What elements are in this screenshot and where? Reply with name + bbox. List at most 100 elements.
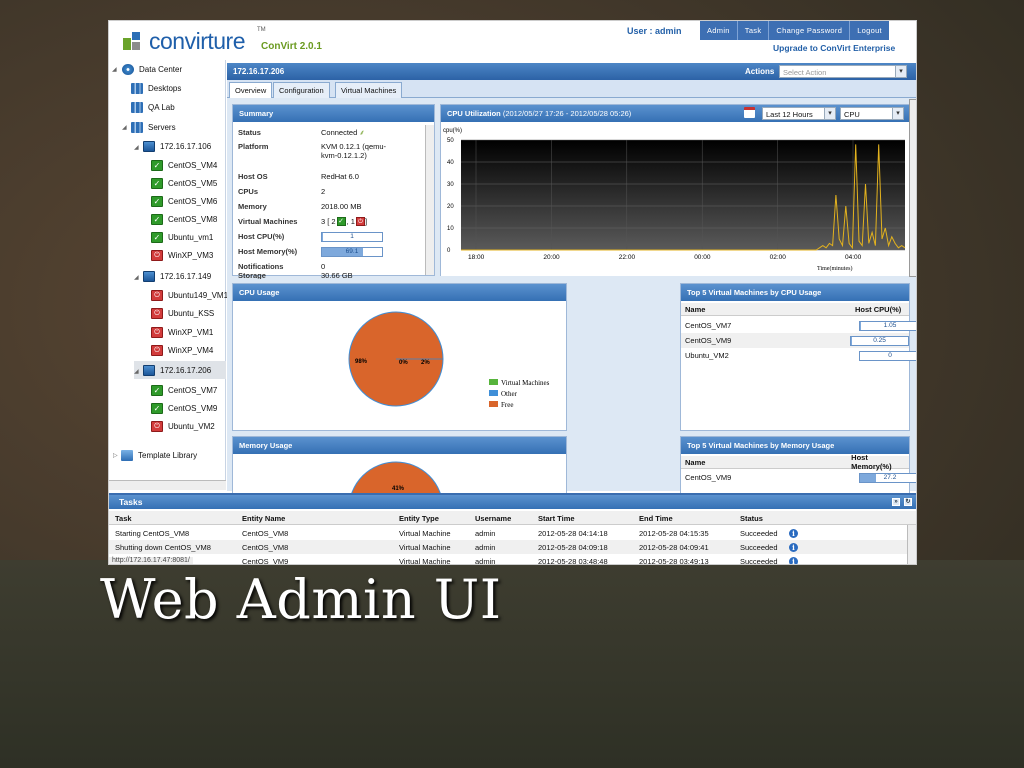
table-row[interactable]: Ubuntu_VM2 0: [685, 348, 916, 363]
info-icon[interactable]: i: [789, 543, 798, 552]
tab-overview[interactable]: Overview: [229, 82, 273, 98]
tree-item-host-206[interactable]: 172.16.17.206: [143, 362, 211, 378]
tree-item-vm[interactable]: ✓ CentOS_VM6: [151, 193, 217, 209]
legend-swatch-vm: [489, 379, 498, 385]
tree-item-vm[interactable]: ✓ Ubuntu_vm1: [151, 229, 213, 245]
top5-memory-panel: Top 5 Virtual Machines by Memory Usage N…: [680, 436, 916, 496]
vm-stopped-icon: ⏻: [151, 326, 163, 338]
legend-other: Other: [501, 390, 518, 398]
tree-item-vm[interactable]: ⏻ WinXP_VM4: [151, 342, 213, 358]
cpu-bar-fill: [860, 321, 862, 330]
chevron-down-icon[interactable]: ▾: [892, 108, 903, 119]
table-row[interactable]: Starting CentOS_VM8 CentOS_VM8 Virtual M…: [109, 526, 916, 540]
table-row[interactable]: CentOS_VM9 Virtual Machine admin 2012-05…: [109, 554, 916, 564]
server-pool-icon: [131, 121, 143, 133]
vm-stopped-icon: ⏻: [355, 217, 365, 226]
upgrade-link[interactable]: Upgrade to ConVirt Enterprise: [773, 43, 895, 53]
info-icon[interactable]: i: [789, 557, 798, 564]
task-link[interactable]: Task: [738, 21, 770, 40]
vm-stopped-icon: ⏻: [151, 344, 163, 356]
x-tick-label: 18:00: [468, 254, 485, 261]
chevron-down-icon[interactable]: ▾: [824, 108, 835, 119]
tasks-panel: Tasks » ↻ Task Entity Name Entity Type U…: [109, 493, 916, 564]
memory-usage-title: Memory Usage: [233, 437, 566, 454]
tab-configuration[interactable]: Configuration: [273, 82, 330, 98]
host-cpu-fill: [322, 232, 323, 241]
table-row[interactable]: CentOS_VM9 0.25: [681, 333, 909, 348]
tasks-scrollbar[interactable]: [907, 525, 916, 564]
change-password-link[interactable]: Change Password: [769, 21, 851, 40]
table-row[interactable]: CentOS_VM7 1.05: [685, 318, 916, 333]
collapse-icon[interactable]: ◢: [122, 124, 127, 131]
top5-cpu-panel: Top 5 Virtual Machines by CPU Usage Name…: [680, 283, 916, 431]
period-select[interactable]: Last 12 Hours ▾: [762, 107, 836, 120]
collapse-icon[interactable]: ◢: [112, 66, 117, 73]
app-version: ConVirt 2.0.1: [261, 41, 322, 52]
slide-caption: Web Admin UI: [100, 568, 502, 631]
x-tick-label: 02:00: [770, 254, 787, 261]
vm-stopped-icon: ⏻: [151, 420, 163, 432]
tree-item-host-149[interactable]: 172.16.17.149: [143, 268, 211, 284]
tree-item-vm[interactable]: ✓ CentOS_VM7: [151, 382, 217, 398]
tree-item-template-library[interactable]: Template Library: [121, 447, 197, 463]
tree-item-desktops[interactable]: Desktops: [131, 80, 181, 96]
app-header: convirture TM ConVirt 2.0.1 User : admin…: [109, 21, 916, 59]
x-tick-label: 00:00: [694, 254, 711, 261]
browser-status-url: http://172.16.17.47:8081/: [109, 557, 193, 564]
tree-item-qalab[interactable]: QA Lab: [131, 99, 175, 115]
tree-item-vm[interactable]: ✓ CentOS_VM8: [151, 211, 217, 227]
tree-item-servers[interactable]: Servers: [131, 119, 176, 135]
tree-item-vm[interactable]: ⏻ WinXP_VM1: [151, 324, 213, 340]
pie-label-other: 0%: [399, 360, 408, 366]
tab-virtual-machines[interactable]: Virtual Machines: [335, 82, 403, 98]
tree-item-vm[interactable]: ✓ CentOS_VM9: [151, 400, 217, 416]
collapse-icon[interactable]: ◢: [134, 274, 139, 281]
table-row[interactable]: CentOS_VM9 27.2: [685, 470, 916, 485]
metric-select[interactable]: CPU ▾: [840, 107, 904, 120]
actions-select[interactable]: Select Action ▾: [779, 65, 907, 78]
summary-scrollbar[interactable]: [425, 125, 434, 275]
info-icon[interactable]: i: [789, 529, 798, 538]
vm-running-icon: ✓: [151, 159, 163, 171]
memory-pie-label: 41%: [392, 486, 405, 492]
expand-icon[interactable]: ▷: [113, 452, 118, 459]
main-scrollbar[interactable]: [909, 99, 916, 277]
cpu-usage-pie: 98% 0% 2% Virtual Machines Other Free: [348, 311, 550, 409]
top5-memory-header: Name Host Memory(%): [681, 453, 909, 471]
leaf-icon: ⸙: [359, 127, 365, 137]
tree-horizontal-scrollbar[interactable]: [109, 480, 226, 490]
logout-link[interactable]: Logout: [850, 21, 889, 40]
legend-vm: Virtual Machines: [501, 379, 550, 387]
tree-item-vm[interactable]: ⏻ WinXP_VM3: [151, 247, 213, 263]
chevron-down-icon[interactable]: ▾: [895, 66, 906, 77]
summary-title: Summary: [233, 105, 434, 122]
x-axis-label: Time(minutes): [817, 265, 852, 272]
main-toolbar: 172.16.17.206 Actions Select Action ▾: [227, 63, 916, 80]
vm-stopped-icon: ⏻: [151, 289, 163, 301]
summary-row: Storage 30.66 GB: [238, 271, 353, 279]
summary-row: Memory 2018.00 MB: [238, 202, 362, 211]
tree-item-host-106[interactable]: 172.16.17.106: [143, 138, 211, 154]
selected-host-title: 172.16.17.206: [233, 67, 285, 76]
tree-item-vm[interactable]: ⏻ Ubuntu149_VM1: [151, 287, 228, 303]
tree-item-vm[interactable]: ✓ CentOS_VM5: [151, 175, 217, 191]
summary-row: Status Connected ⸙: [238, 127, 365, 138]
legend-free: Free: [501, 401, 513, 409]
admin-link[interactable]: Admin: [700, 21, 738, 40]
x-tick-label: 22:00: [619, 254, 636, 261]
table-row[interactable]: Shutting down CentOS_VM8 CentOS_VM8 Virt…: [109, 540, 916, 554]
top5-memory-title: Top 5 Virtual Machines by Memory Usage: [681, 437, 909, 454]
memory-usage-pie: 41%: [350, 461, 442, 494]
tree-item-vm[interactable]: ⏻ Ubuntu_VM2: [151, 418, 215, 434]
datacenter-icon: [122, 63, 134, 75]
collapse-icon[interactable]: ◢: [134, 368, 139, 375]
tree-item-vm[interactable]: ✓ CentOS_VM4: [151, 157, 217, 173]
tree-item-datacenter[interactable]: Data Center: [122, 61, 182, 77]
collapse-icon[interactable]: ◢: [134, 144, 139, 151]
calendar-icon[interactable]: [744, 107, 755, 118]
vm-running-icon: ✓: [336, 217, 346, 226]
refresh-icon[interactable]: ↻: [904, 498, 912, 506]
top-nav: Admin Task Change Password Logout: [700, 21, 889, 40]
collapse-panel-icon[interactable]: »: [892, 498, 900, 506]
tree-item-vm[interactable]: ⏻ Ubuntu_KSS: [151, 305, 214, 321]
